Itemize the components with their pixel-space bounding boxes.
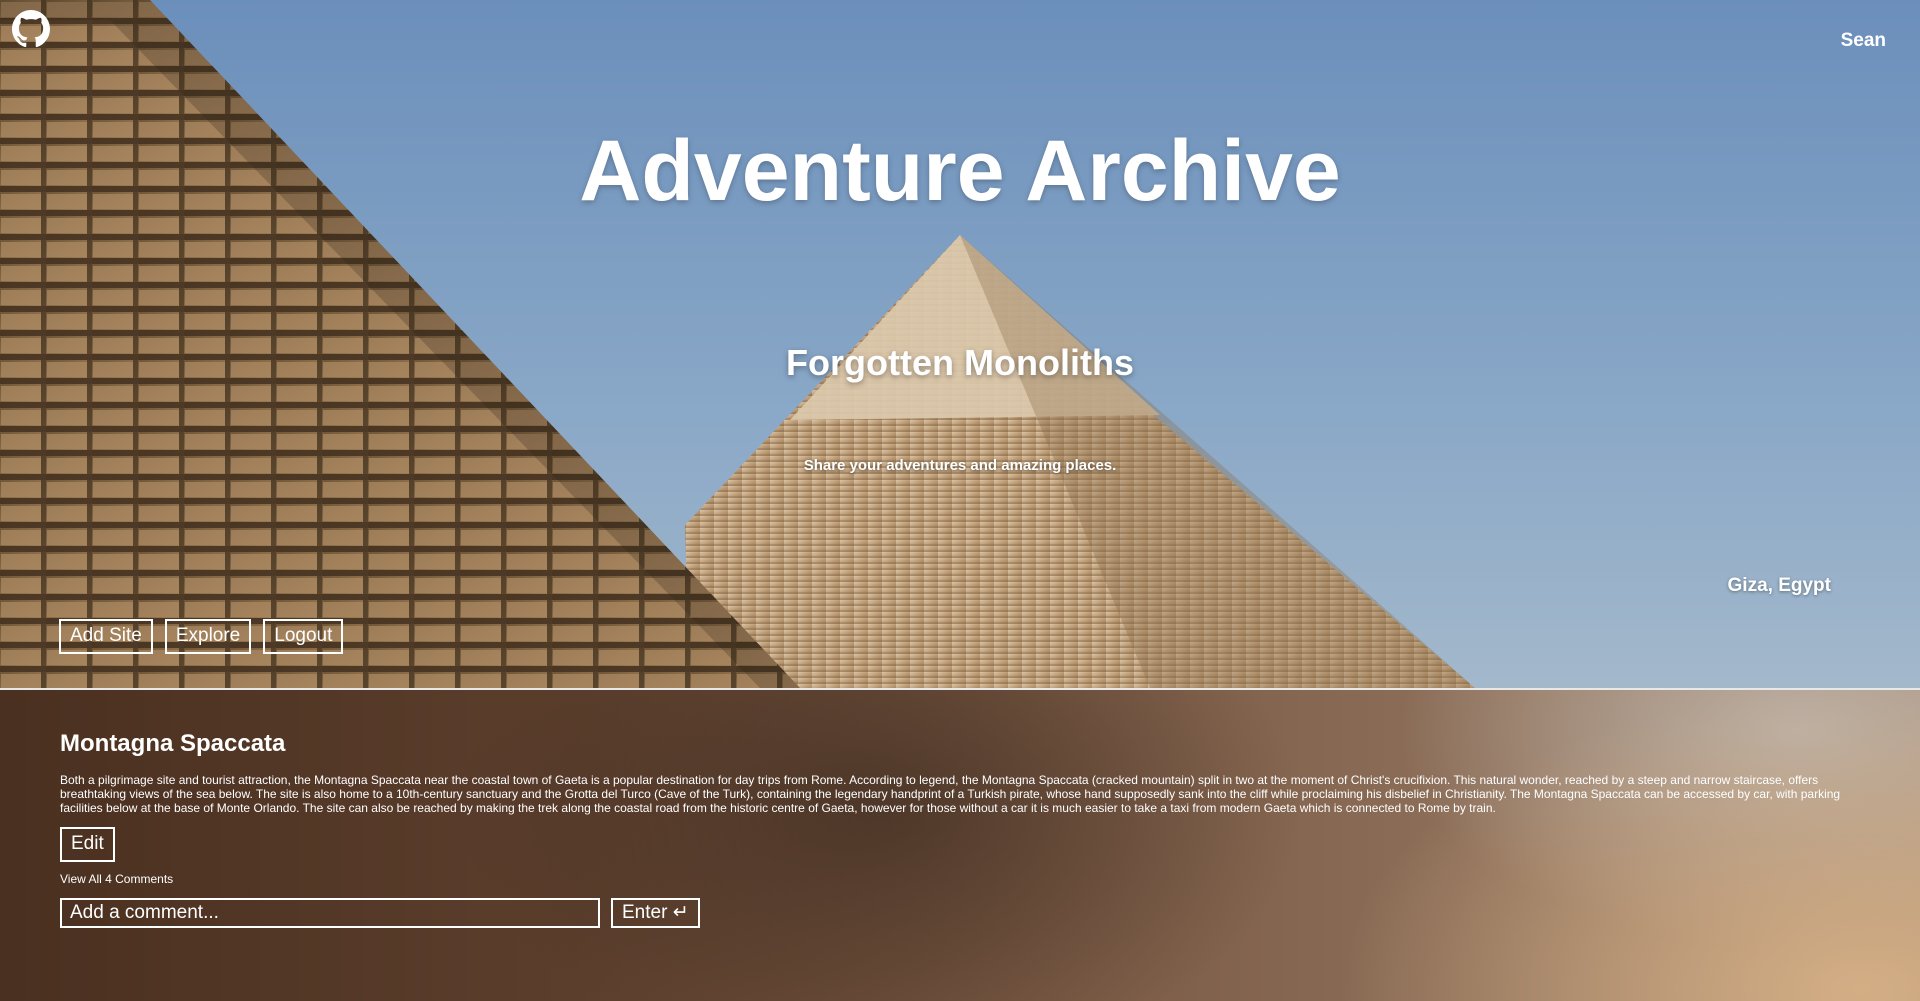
- post-card: Montagna Spaccata Both a pilgrimage site…: [0, 690, 1920, 1001]
- comment-form: Enter ↵: [60, 898, 700, 928]
- edit-button[interactable]: Edit: [60, 827, 115, 862]
- view-comments-link[interactable]: View All 4 Comments: [60, 872, 173, 886]
- hero-subtitle: Forgotten Monoliths: [786, 342, 1134, 383]
- tagline: Share your adventures and amazing places…: [803, 457, 1117, 474]
- logout-button[interactable]: Logout: [263, 619, 344, 654]
- add-site-button[interactable]: Add Site: [59, 619, 153, 654]
- nav-buttons: Add Site Explore Logout: [59, 619, 344, 654]
- site-title: Adventure Archive: [579, 123, 1341, 219]
- post-title: Montagna Spaccata: [60, 730, 286, 757]
- github-icon[interactable]: [12, 10, 50, 48]
- user-name[interactable]: Sean: [1841, 30, 1886, 52]
- hero-banner: Sean Adventure Archive Forgotten Monolit…: [0, 0, 1920, 688]
- post-body: Both a pilgrimage site and tourist attra…: [60, 773, 1841, 815]
- enter-button[interactable]: Enter ↵: [611, 898, 700, 928]
- location-label: Giza, Egypt: [1727, 575, 1831, 596]
- explore-button[interactable]: Explore: [164, 619, 252, 654]
- comment-input[interactable]: [60, 898, 600, 928]
